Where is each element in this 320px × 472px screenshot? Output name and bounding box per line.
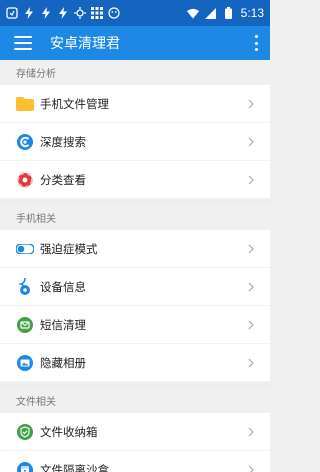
chevron-right-icon: [246, 175, 256, 185]
item-label: 强迫症模式: [40, 241, 98, 256]
chevron-right-icon: [246, 320, 256, 330]
signal-icon: [205, 7, 217, 19]
list-item-file-sandbox[interactable]: 文件隔离沙盒: [0, 451, 270, 472]
item-label: 短信清理: [40, 317, 86, 332]
notification-icon: [6, 7, 18, 19]
chevron-right-icon: [246, 358, 256, 368]
item-label: 深度搜索: [40, 134, 86, 149]
item-label: 隐藏相册: [40, 355, 86, 370]
main-list: 存储分析 手机文件管理 深度搜索 分类查看 手机相关 强迫症模式 设备信息 短信…: [0, 60, 270, 472]
section-header-phone: 手机相关: [0, 205, 270, 230]
status-time: 5:13: [240, 6, 264, 20]
app-title: 安卓清理君: [50, 36, 120, 52]
chevron-right-icon: [246, 99, 256, 109]
album-icon: [16, 354, 34, 372]
status-left-icons: [6, 7, 187, 19]
section-header-storage: 存储分析: [0, 60, 270, 85]
chevron-right-icon: [246, 137, 256, 147]
item-label: 手机文件管理: [40, 96, 109, 111]
category-icon: [16, 171, 34, 189]
item-label: 设备信息: [40, 279, 86, 294]
item-label: 分类查看: [40, 172, 86, 187]
lightning-icon: [57, 7, 69, 19]
apps-grid-icon: [91, 7, 103, 19]
menu-icon[interactable]: [14, 36, 32, 50]
deep-search-icon: [16, 133, 34, 151]
section-header-files: 文件相关: [0, 388, 270, 413]
lightning-icon: [23, 7, 35, 19]
list-item-file-storage-box[interactable]: 文件收纳箱: [0, 413, 270, 451]
toggle-icon: [16, 240, 34, 258]
game-icon: [108, 7, 120, 19]
shield-check-icon: [16, 423, 34, 441]
chevron-right-icon: [246, 282, 256, 292]
chevron-right-icon: [246, 465, 256, 472]
list-item-deep-search[interactable]: 深度搜索: [0, 123, 270, 161]
usb-settings-icon: [74, 7, 86, 19]
list-item-category-view[interactable]: 分类查看: [0, 161, 270, 199]
item-label: 文件隔离沙盒: [40, 462, 109, 472]
list-item-device-info[interactable]: 设备信息: [0, 268, 270, 306]
overflow-menu-icon[interactable]: [250, 35, 262, 51]
list-item-ocd-mode[interactable]: 强迫症模式: [0, 230, 270, 268]
app-bar: 安卓清理君: [0, 26, 270, 60]
lightning-icon: [40, 7, 52, 19]
sms-icon: [16, 316, 34, 334]
battery-icon: [223, 7, 235, 19]
status-right-icons: 5:13: [186, 6, 264, 20]
chevron-right-icon: [246, 244, 256, 254]
sandbox-icon: [16, 461, 34, 472]
chevron-right-icon: [246, 427, 256, 437]
wifi-icon: [186, 7, 199, 19]
list-item-file-manager[interactable]: 手机文件管理: [0, 85, 270, 123]
folder-icon: [16, 95, 34, 113]
status-bar: 5:13: [0, 0, 270, 26]
list-item-sms-clean[interactable]: 短信清理: [0, 306, 270, 344]
item-label: 文件收纳箱: [40, 424, 98, 439]
list-item-hidden-album[interactable]: 隐藏相册: [0, 344, 270, 382]
device-info-icon: [16, 277, 34, 296]
